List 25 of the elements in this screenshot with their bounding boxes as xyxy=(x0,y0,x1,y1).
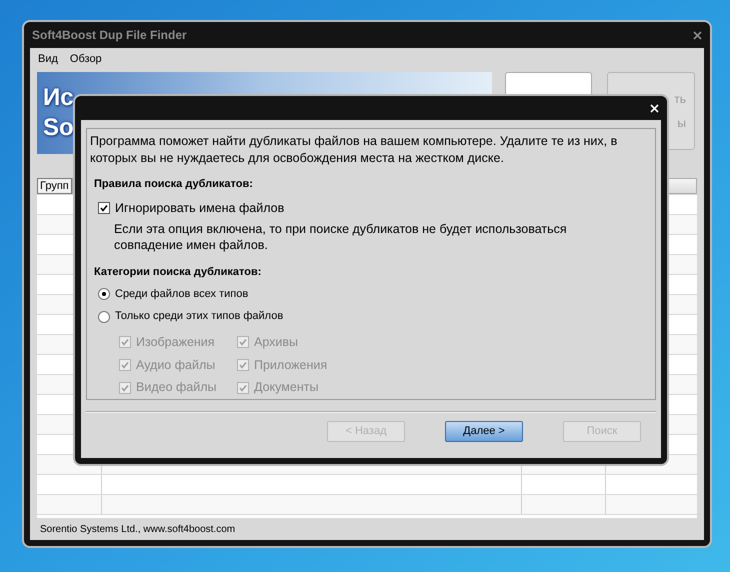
checkbox-label: Видео файлы xyxy=(136,379,216,396)
radio-label: Только среди этих типов файлов xyxy=(115,309,284,324)
section-heading: Категории поиска дубликатов: xyxy=(94,265,262,280)
banner-text: So xyxy=(43,113,74,143)
checkbox-label: Аудио файлы xyxy=(136,356,216,374)
checkbox-label: Архивы xyxy=(254,334,298,351)
dialog-button[interactable]: Далее > xyxy=(445,421,523,442)
section-heading: Правила поиска дубликатов: xyxy=(94,177,254,192)
banner-text: Ис xyxy=(43,83,74,113)
button-label: ть xyxy=(674,91,686,108)
window-title: Soft4Boost Dup File Finder xyxy=(32,27,187,44)
radio-button[interactable] xyxy=(98,288,110,300)
menu-item[interactable]: Обзор xyxy=(70,50,102,68)
checkbox-label: Документы xyxy=(254,379,318,396)
radio-button[interactable] xyxy=(98,310,110,322)
checkbox-label: Приложения xyxy=(254,356,328,374)
button-label: ы xyxy=(677,115,686,132)
group-button[interactable]: Групп xyxy=(37,178,72,194)
checkbox-label: Игнорировать имена файлов xyxy=(115,200,284,217)
menu-item[interactable]: Вид xyxy=(38,50,58,68)
checkbox[interactable] xyxy=(98,202,110,214)
option-hint: Если эта опция включена, то при поиске дубликатов не будет использоваться совпадение имен файлов. xyxy=(114,221,568,254)
status-text: Sorentio Systems Ltd., www.soft4boost.com xyxy=(40,522,236,536)
radio-label: Среди файлов всех типов xyxy=(115,286,248,302)
checkbox-label: Изображения xyxy=(136,334,215,351)
